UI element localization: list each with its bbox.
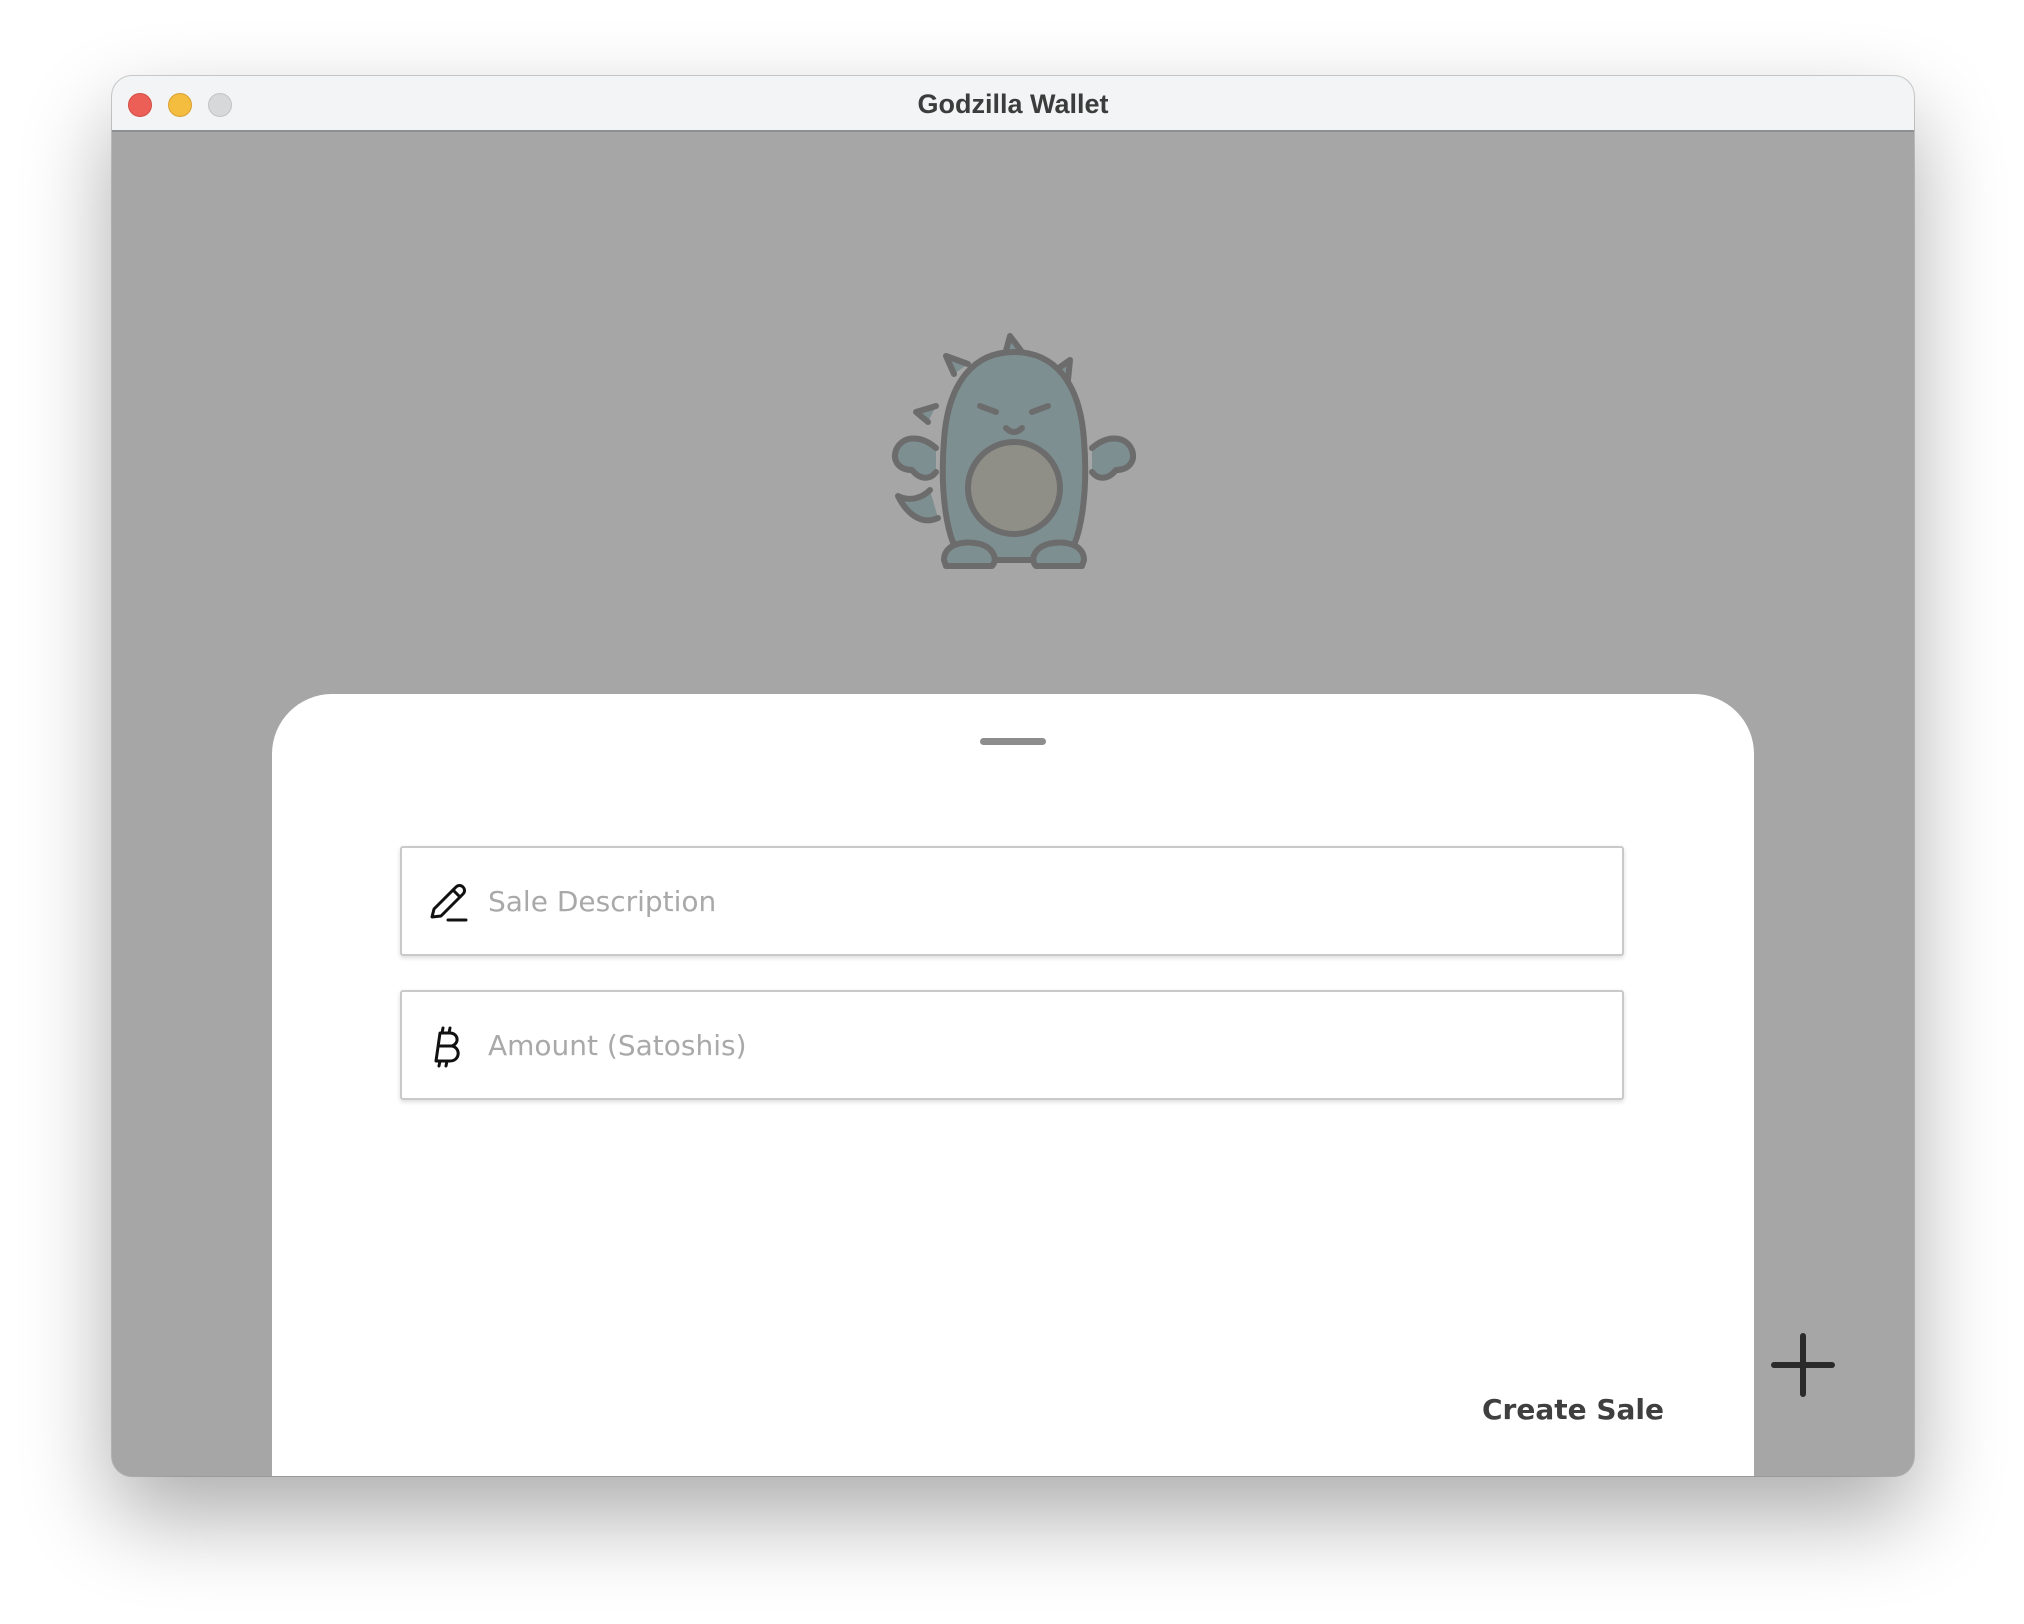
amount-field[interactable] — [400, 990, 1624, 1100]
sale-description-input[interactable] — [488, 848, 1588, 954]
create-sale-sheet: Create Sale — [272, 694, 1754, 1476]
app-window: Godzilla Wallet Sale Description Amount … — [112, 76, 1914, 1476]
sale-description-field[interactable] — [400, 846, 1624, 956]
bitcoin-icon — [434, 1026, 460, 1068]
godzilla-mascot-icon — [892, 333, 1136, 569]
main-content: Create Sale — [112, 132, 1914, 1476]
drag-handle[interactable] — [980, 738, 1046, 745]
amount-input[interactable] — [488, 992, 1588, 1098]
window-title: Godzilla Wallet — [917, 89, 1109, 119]
create-sale-button[interactable]: Create Sale — [1482, 1386, 1664, 1434]
plus-icon[interactable] — [1768, 1330, 1838, 1400]
pencil-icon — [430, 884, 468, 922]
title-bar: Godzilla Wallet — [112, 76, 1914, 132]
